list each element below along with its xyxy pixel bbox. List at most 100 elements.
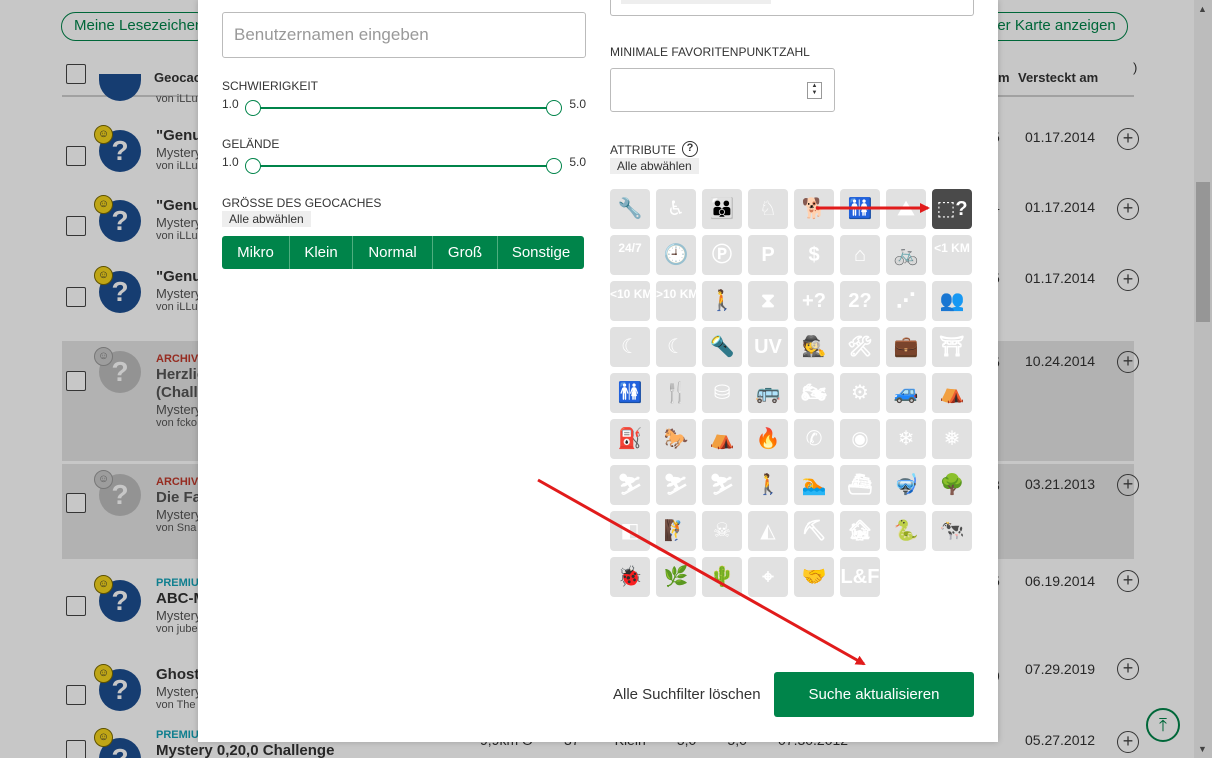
terrain-min-handle[interactable] xyxy=(245,158,261,174)
stroller-icon[interactable]: ♘ xyxy=(748,189,788,229)
size-option-large[interactable]: Groß xyxy=(433,236,498,269)
fuel-icon[interactable]: ⛽ xyxy=(610,419,650,459)
scuba-icon[interactable]: 🤿 xyxy=(886,465,926,505)
swimming-icon[interactable]: 🏊 xyxy=(794,465,834,505)
night-cache-icon[interactable]: ☾ xyxy=(610,327,650,367)
snow-icon[interactable]: ❅ xyxy=(932,419,972,459)
poison-plant-icon[interactable]: 🌿 xyxy=(656,557,696,597)
attributes-deselect-all-button[interactable]: Alle abwählen xyxy=(610,158,699,174)
clock-icon[interactable]: 🕘 xyxy=(656,235,696,275)
lost-and-found-icon[interactable]: L&F xyxy=(840,557,880,597)
stairs-icon[interactable]: ⬚? xyxy=(932,189,972,229)
quad-icon[interactable]: ⚙ xyxy=(840,373,880,413)
dog-icon[interactable]: 🐕 xyxy=(794,189,834,229)
picnic-icon[interactable]: ⛩ xyxy=(932,327,972,367)
snowshoe-icon[interactable]: ⛷ xyxy=(702,465,742,505)
mine-icon[interactable]: ⛏ xyxy=(794,511,834,551)
kids-icon[interactable]: 👪 xyxy=(702,189,742,229)
stealth-icon[interactable]: 🕵 xyxy=(794,327,834,367)
field-puzzle-icon[interactable]: 2? xyxy=(840,281,880,321)
thorn-icon[interactable]: 🌵 xyxy=(702,557,742,597)
parking-fee-icon[interactable]: Ⓟ xyxy=(702,235,742,275)
teamwork-icon[interactable]: 👥 xyxy=(932,281,972,321)
partnership-icon[interactable]: 🤝 xyxy=(794,557,834,597)
snowmobile-icon[interactable]: ⛷ xyxy=(610,465,650,505)
wheelchair-icon[interactable]: ♿ xyxy=(656,189,696,229)
terrain-min-value: 1.0 xyxy=(222,155,239,169)
tree-climbing-icon[interactable]: 🌳 xyxy=(932,465,972,505)
public-restroom-icon[interactable]: 🚻 xyxy=(840,189,880,229)
size-option-other[interactable]: Sonstige xyxy=(498,236,584,269)
clear-all-filters-link[interactable]: Alle Suchfilter löschen xyxy=(613,686,761,703)
partial-select-field[interactable] xyxy=(610,0,974,16)
difficulty-slider[interactable]: 1.0 5.0 xyxy=(222,97,586,137)
help-icon[interactable]: ? xyxy=(682,141,698,157)
tools-needed-icon[interactable]: 🛠 xyxy=(840,327,880,367)
terrain-label: GELÄNDE xyxy=(222,137,280,151)
difficulty-label: SCHWIERIGKEIT xyxy=(222,79,319,93)
falling-rocks-icon[interactable]: ◭ xyxy=(748,511,788,551)
horse-icon[interactable]: 🐎 xyxy=(656,419,696,459)
parking-icon[interactable]: P xyxy=(748,235,788,275)
winter-icon[interactable]: ❄ xyxy=(886,419,926,459)
terrain-max-handle[interactable] xyxy=(546,158,562,174)
bonus-icon[interactable]: +? xyxy=(794,281,834,321)
wrench-icon[interactable]: 🔧 xyxy=(610,189,650,229)
terrain-slider[interactable]: 1.0 5.0 xyxy=(222,155,586,195)
difficulty-track[interactable] xyxy=(252,107,554,109)
snake-icon[interactable]: 🐍 xyxy=(886,511,926,551)
size-option-regular[interactable]: Normal xyxy=(353,236,433,269)
username-input[interactable] xyxy=(222,12,586,58)
campfire-icon[interactable]: 🔥 xyxy=(748,419,788,459)
difficulty-max-handle[interactable] xyxy=(546,100,562,116)
hiking-icon[interactable]: ⛰ xyxy=(886,189,926,229)
climbing-icon[interactable]: 🧗 xyxy=(656,511,696,551)
drinking-water-icon[interactable]: ⛁ xyxy=(702,373,742,413)
wireless-beacon-icon[interactable]: ◉ xyxy=(840,419,880,459)
min-favorites-input[interactable]: ▲ ▼ xyxy=(610,68,835,112)
motorcycle-icon[interactable]: 🏍 xyxy=(794,373,834,413)
uv-light-icon[interactable]: UV xyxy=(748,327,788,367)
camper-icon[interactable]: ⛺ xyxy=(932,373,972,413)
bicycle-icon[interactable]: 🚲 xyxy=(886,235,926,275)
cache-size-toggle-group: Mikro Klein Normal Groß Sonstige xyxy=(222,236,584,269)
cross-country-ski-icon[interactable]: ⛷ xyxy=(656,465,696,505)
terrain-max-value: 5.0 xyxy=(569,155,586,169)
under-10km-icon[interactable]: <10 KM xyxy=(610,281,650,321)
multi-stage-icon[interactable]: ⋰ xyxy=(886,281,926,321)
cave-icon[interactable]: ◧ xyxy=(610,511,650,551)
hunting-icon[interactable]: 🚶 xyxy=(748,465,788,505)
restroom-icon[interactable]: 🚻 xyxy=(610,373,650,413)
available-24-7-icon[interactable]: 24/7 xyxy=(610,235,650,275)
night-icon[interactable]: ☾ xyxy=(656,327,696,367)
hunting-target-icon[interactable]: ⌖ xyxy=(748,557,788,597)
under-1km-icon[interactable]: <1 KM xyxy=(932,235,972,275)
bus-icon[interactable]: 🚌 xyxy=(748,373,788,413)
terrain-track[interactable] xyxy=(252,165,554,167)
jeep-icon[interactable]: 🚙 xyxy=(886,373,926,413)
boat-icon[interactable]: ⛴ xyxy=(840,465,880,505)
food-icon[interactable]: 🍴 xyxy=(656,373,696,413)
min-favorites-label: MINIMALE FAVORITENPUNKTZAHL xyxy=(610,45,810,59)
attributes-label: ATTRIBUTE xyxy=(610,143,676,157)
flashlight-icon[interactable]: 🔦 xyxy=(702,327,742,367)
tick-icon[interactable]: 🐞 xyxy=(610,557,650,597)
number-spinner-icon[interactable]: ▲ ▼ xyxy=(807,82,822,99)
size-option-micro[interactable]: Mikro xyxy=(222,236,290,269)
fee-icon[interactable]: $ xyxy=(794,235,834,275)
size-option-small[interactable]: Klein xyxy=(290,236,353,269)
walking-icon[interactable]: 🚶 xyxy=(702,281,742,321)
briefcase-icon[interactable]: 💼 xyxy=(886,327,926,367)
difficulty-min-value: 1.0 xyxy=(222,97,239,111)
abandoned-structure-icon[interactable]: 🏚 xyxy=(840,511,880,551)
update-search-button[interactable]: Suche aktualisieren xyxy=(774,672,974,717)
livestock-icon[interactable]: 🐄 xyxy=(932,511,972,551)
phone-icon[interactable]: ✆ xyxy=(794,419,834,459)
farm-icon[interactable]: ⌂ xyxy=(840,235,880,275)
over-10km-icon[interactable]: >10 KM xyxy=(656,281,696,321)
puzzle-clock-icon[interactable]: ⧗ xyxy=(748,281,788,321)
size-deselect-all-button[interactable]: Alle abwählen xyxy=(222,211,311,227)
danger-icon[interactable]: ☠ xyxy=(702,511,742,551)
difficulty-min-handle[interactable] xyxy=(245,100,261,116)
camping-icon[interactable]: ⛺ xyxy=(702,419,742,459)
